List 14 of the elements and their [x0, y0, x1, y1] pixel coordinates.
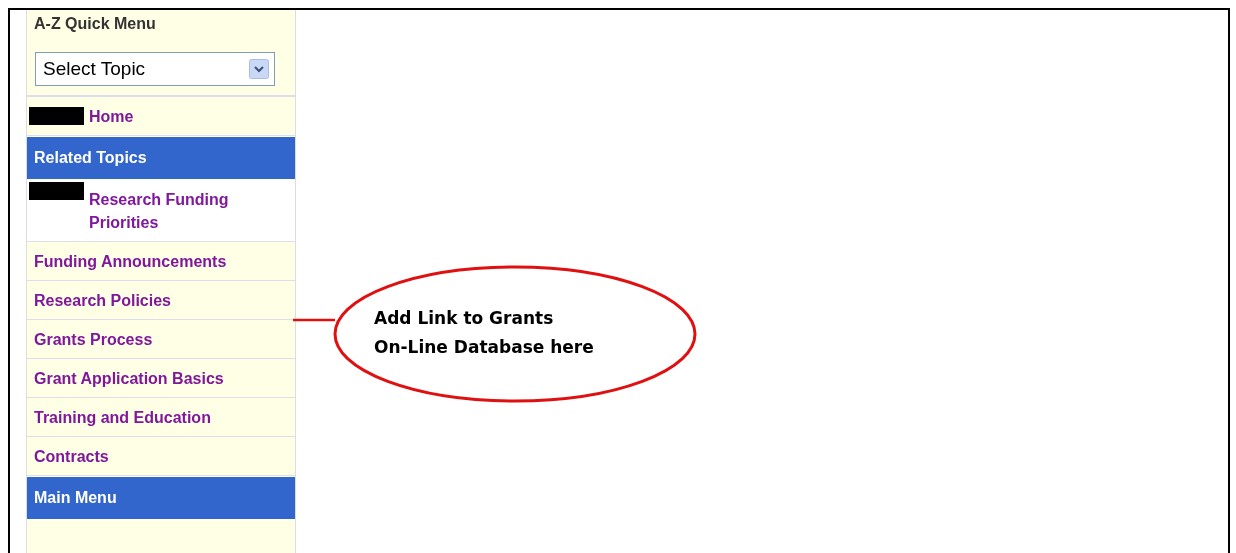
menu-link[interactable]: Grant Application Basics — [34, 366, 224, 390]
section-header: Main Menu — [27, 477, 295, 519]
menu-link[interactable]: Contracts — [34, 444, 109, 468]
menu-title: A-Z Quick Menu — [33, 14, 157, 34]
callout-text: Add Link to Grants On-Line Database here — [374, 307, 594, 359]
section-header: Related Topics — [27, 137, 295, 179]
leader-line — [293, 318, 335, 322]
caret-icon — [249, 59, 269, 79]
menu-link[interactable]: Grants Process — [34, 327, 153, 351]
topic-select[interactable]: Select Topic — [35, 52, 275, 86]
menu-link[interactable]: Training and Education — [34, 405, 211, 429]
menu-link[interactable]: Research Policies — [34, 288, 171, 312]
menu-link[interactable]: Funding Announcements — [34, 249, 227, 273]
menu-link[interactable]: Home — [89, 104, 134, 128]
